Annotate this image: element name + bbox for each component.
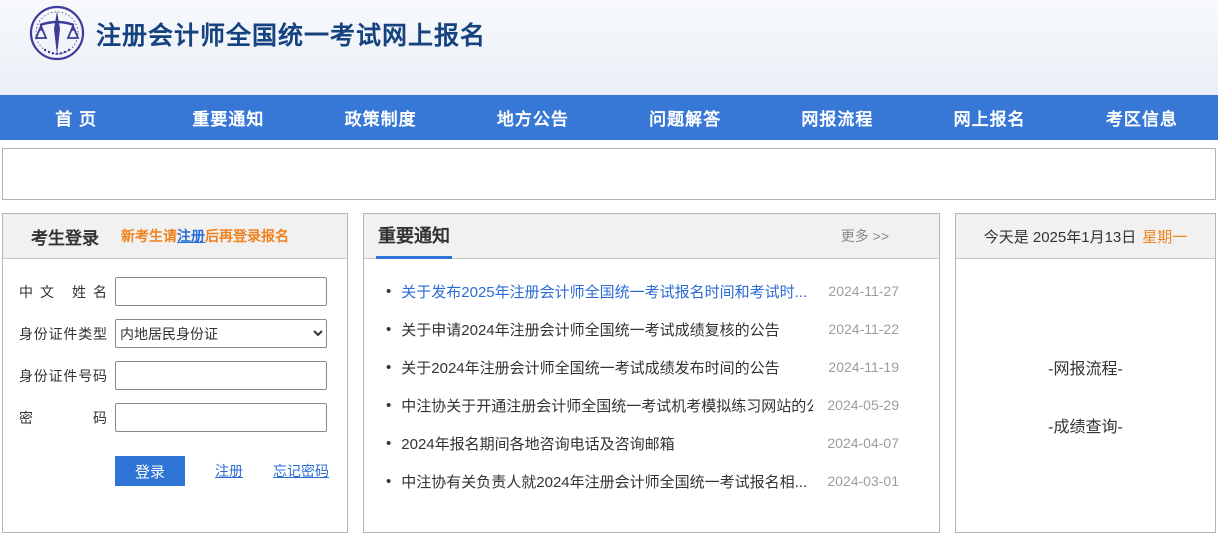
register-inline-link[interactable]: 注册 — [177, 228, 205, 244]
notice-link[interactable]: 关于申请2024年注册会计师全国统一考试成绩复核的公告 — [401, 319, 814, 340]
notice-date: 2024-05-29 — [827, 397, 899, 413]
login-panel: 考生登录 新考生请注册后再登录报名 中文 姓名 身份证件类型 内地居民身份证 身… — [2, 213, 348, 533]
notice-item: 中注协有关负责人就2024年注册会计师全国统一考试报名相... 2024-03-… — [386, 462, 899, 500]
score-query-link[interactable]: -成绩查询- — [1048, 413, 1123, 437]
notice-date: 2024-04-07 — [827, 435, 899, 451]
id-type-select[interactable]: 内地居民身份证 — [115, 319, 327, 348]
info-panel-body: -网报流程- -成绩查询- — [956, 259, 1215, 437]
notice-suffix: 后再登录报名 — [205, 228, 289, 244]
form-row-id-number: 身份证件号码 — [19, 361, 331, 390]
page-title: 注册会计师全国统一考试网上报名 — [96, 16, 486, 52]
form-row-name: 中文 姓名 — [19, 277, 331, 306]
notice-item: 关于申请2024年注册会计师全国统一考试成绩复核的公告 2024-11-22 — [386, 310, 899, 348]
login-form: 中文 姓名 身份证件类型 内地居民身份证 身份证件号码 密 码 登录 注册 忘记… — [3, 259, 347, 486]
notice-link[interactable]: 中注协有关负责人就2024年注册会计师全国统一考试报名相... — [401, 471, 813, 492]
id-number-label: 身份证件号码 — [19, 366, 107, 386]
more-link[interactable]: 更多 >> — [841, 226, 889, 246]
notice-date: 2024-11-27 — [828, 283, 899, 299]
login-title: 考生登录 — [31, 224, 99, 249]
nav-item-local-announcements[interactable]: 地方公告 — [457, 95, 609, 140]
notices-tab: 重要通知 — [376, 214, 452, 259]
nav-item-online-registration[interactable]: 网上报名 — [914, 95, 1066, 140]
nav-item-policies[interactable]: 政策制度 — [305, 95, 457, 140]
notice-link[interactable]: 关于发布2025年注册会计师全国统一考试报名时间和考试时... — [401, 281, 814, 302]
cpa-logo-icon — [26, 3, 88, 65]
login-button[interactable]: 登录 — [115, 456, 185, 486]
weekday: 星期一 — [1142, 226, 1187, 247]
nav-item-important-notices[interactable]: 重要通知 — [152, 95, 304, 140]
login-panel-header: 考生登录 新考生请注册后再登录报名 — [3, 214, 347, 259]
id-type-label: 身份证件类型 — [19, 324, 107, 344]
nav-item-faq[interactable]: 问题解答 — [609, 95, 761, 140]
notice-item: 中注协关于开通注册会计师全国统一考试机考模拟练习网站的公... 2024-05-… — [386, 386, 899, 424]
registration-process-link[interactable]: -网报流程- — [1048, 355, 1123, 379]
name-label: 中文 姓名 — [19, 282, 107, 302]
main-nav: 首 页 重要通知 政策制度 地方公告 问题解答 网报流程 网上报名 考区信息 — [0, 95, 1218, 140]
notice-date: 2024-11-19 — [828, 359, 899, 375]
id-number-input[interactable] — [115, 361, 327, 390]
site-header: 注册会计师全国统一考试网上报名 — [0, 0, 1218, 95]
password-label: 密 码 — [19, 408, 107, 428]
login-buttons: 登录 注册 忘记密码 — [115, 456, 331, 486]
info-panel: 今天是 2025年1月13日 星期一 -网报流程- -成绩查询- — [955, 213, 1216, 533]
today-date: 今天是 2025年1月13日 — [984, 226, 1137, 247]
notice-link[interactable]: 关于2024年注册会计师全国统一考试成绩发布时间的公告 — [401, 357, 814, 378]
notices-panel: 重要通知 更多 >> 关于发布2025年注册会计师全国统一考试报名时间和考试时.… — [363, 213, 940, 533]
forgot-password-link[interactable]: 忘记密码 — [273, 461, 329, 481]
notice-item: 关于2024年注册会计师全国统一考试成绩发布时间的公告 2024-11-19 — [386, 348, 899, 386]
notice-link[interactable]: 中注协关于开通注册会计师全国统一考试机考模拟练习网站的公... — [401, 395, 813, 416]
content-area: 考生登录 新考生请注册后再登录报名 中文 姓名 身份证件类型 内地居民身份证 身… — [2, 213, 1216, 533]
notices-title: 重要通知 — [378, 222, 450, 248]
info-panel-header: 今天是 2025年1月13日 星期一 — [956, 214, 1215, 259]
new-candidate-notice: 新考生请注册后再登录报名 — [121, 226, 289, 246]
notice-item: 关于发布2025年注册会计师全国统一考试报名时间和考试时... 2024-11-… — [386, 272, 899, 310]
form-row-id-type: 身份证件类型 内地居民身份证 — [19, 319, 331, 348]
notice-date: 2024-03-01 — [827, 473, 899, 489]
register-link[interactable]: 注册 — [215, 461, 243, 481]
notice-item: 2024年报名期间各地咨询电话及咨询邮箱 2024-04-07 — [386, 424, 899, 462]
nav-item-registration-process[interactable]: 网报流程 — [761, 95, 913, 140]
nav-item-exam-area-info[interactable]: 考区信息 — [1066, 95, 1218, 140]
chinese-name-input[interactable] — [115, 277, 327, 306]
notice-prefix: 新考生请 — [121, 228, 177, 244]
notice-link[interactable]: 2024年报名期间各地咨询电话及咨询邮箱 — [401, 433, 813, 454]
nav-item-home[interactable]: 首 页 — [0, 95, 152, 140]
password-input[interactable] — [115, 403, 327, 432]
banner-strip — [2, 148, 1216, 200]
notices-list: 关于发布2025年注册会计师全国统一考试报名时间和考试时... 2024-11-… — [364, 259, 939, 500]
notice-date: 2024-11-22 — [828, 321, 899, 337]
notices-panel-header: 重要通知 更多 >> — [364, 214, 939, 259]
form-row-password: 密 码 — [19, 403, 331, 432]
